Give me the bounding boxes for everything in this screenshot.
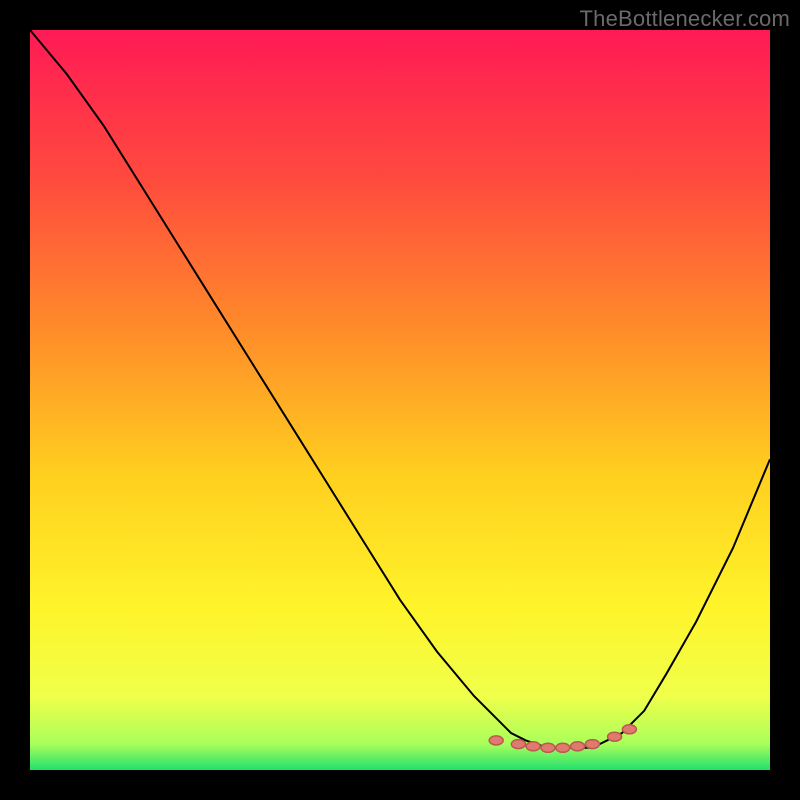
curve-marker — [556, 743, 570, 752]
curve-marker — [571, 742, 585, 751]
curve-marker — [608, 732, 622, 741]
attribution-text: TheBottlenecker.com — [580, 6, 790, 32]
curve-marker — [489, 736, 503, 745]
curve-marker — [622, 725, 636, 734]
curve-marker — [585, 740, 599, 749]
curve-marker — [511, 740, 525, 749]
chart-svg — [30, 30, 770, 770]
curve-marker — [541, 743, 555, 752]
chart-area — [30, 30, 770, 770]
curve-marker — [526, 742, 540, 751]
gradient-background — [30, 30, 770, 770]
